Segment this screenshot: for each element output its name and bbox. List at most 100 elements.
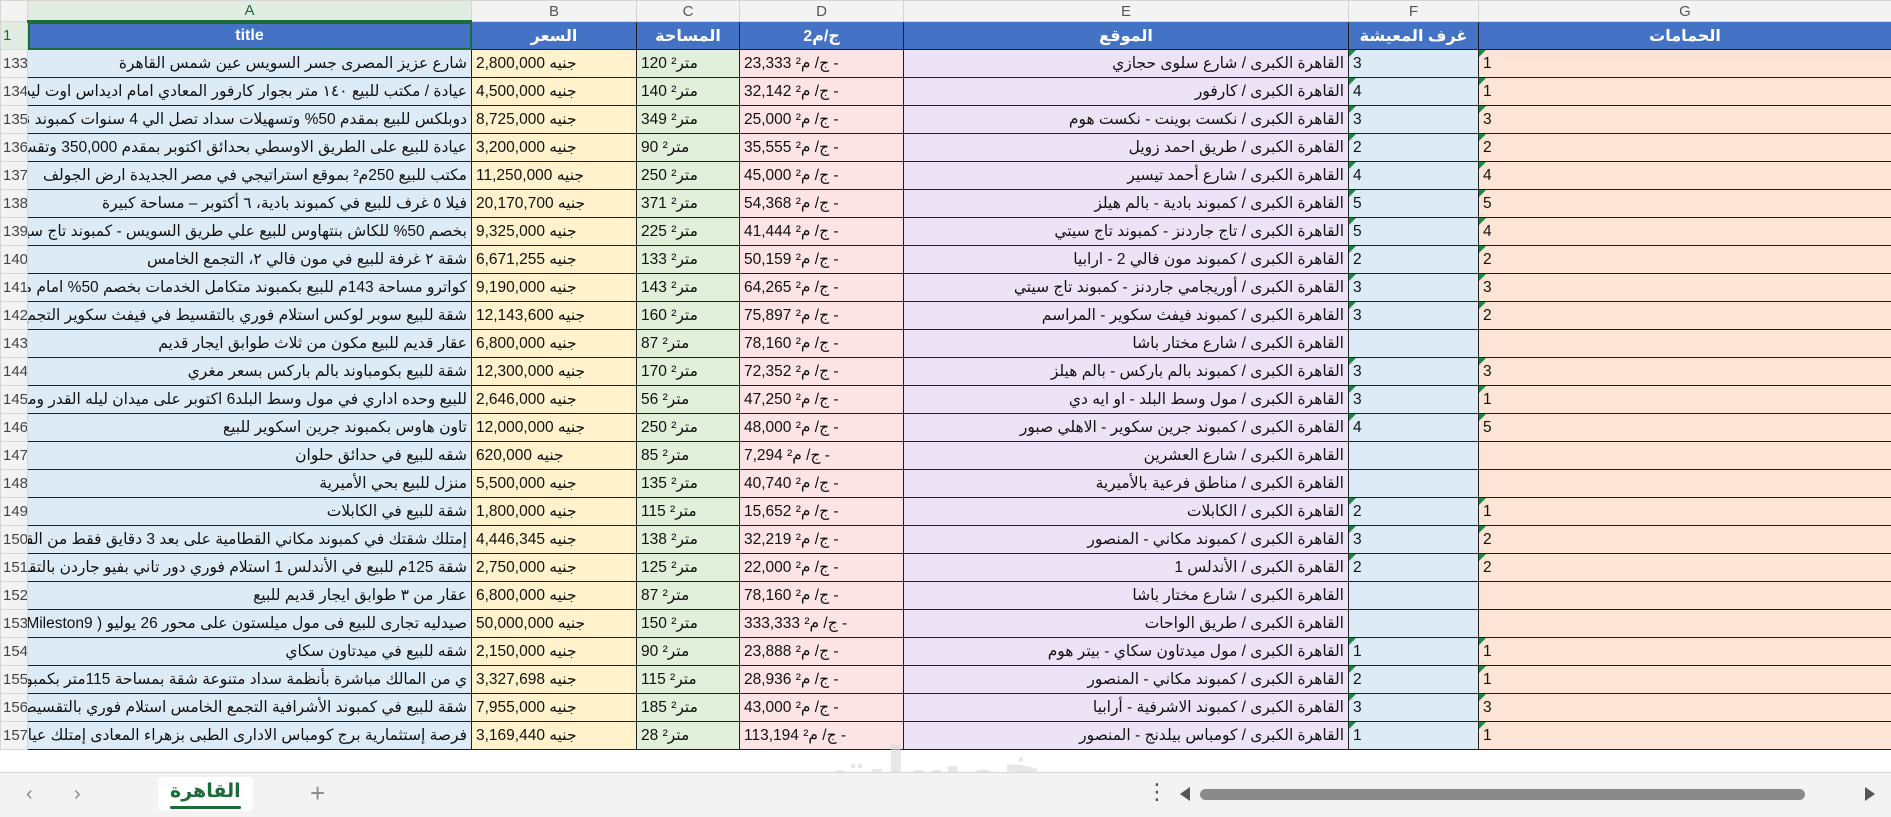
cell-bathrooms[interactable]: [1479, 442, 1891, 470]
cell-price[interactable]: جنيه 4,500,000: [472, 78, 637, 106]
cell-title[interactable]: شقة للبيع في الكابلات: [28, 498, 472, 526]
cell-bathrooms[interactable]: 1: [1479, 498, 1891, 526]
select-all-corner[interactable]: [1, 1, 28, 22]
row-number[interactable]: 144: [1, 358, 28, 386]
row-number[interactable]: 141: [1, 274, 28, 302]
cell-living-rooms[interactable]: 2: [1349, 134, 1479, 162]
cell-area[interactable]: متر² 143: [637, 274, 740, 302]
cell-area[interactable]: متر² 225: [637, 218, 740, 246]
cell-price[interactable]: جنيه 50,000,000: [472, 610, 637, 638]
cell-living-rooms[interactable]: 4: [1349, 162, 1479, 190]
row-number[interactable]: 143: [1, 330, 28, 358]
cell-area[interactable]: متر² 90: [637, 638, 740, 666]
cell-bathrooms[interactable]: 2: [1479, 526, 1891, 554]
row-number[interactable]: 138: [1, 190, 28, 218]
row-number[interactable]: 142: [1, 302, 28, 330]
cell-living-rooms[interactable]: 3: [1349, 526, 1479, 554]
cell-title[interactable]: صيدليه تجارى للبيع فى مول ميلستون على مح…: [28, 610, 472, 638]
cell-bathrooms[interactable]: 2: [1479, 302, 1891, 330]
cell-living-rooms[interactable]: 3: [1349, 50, 1479, 78]
cell-living-rooms[interactable]: 2: [1349, 246, 1479, 274]
cell-area[interactable]: متر² 56: [637, 386, 740, 414]
cell-living-rooms[interactable]: [1349, 330, 1479, 358]
cell-location[interactable]: القاهرة الكبرى / كمبوند فيفث سكوير - الم…: [904, 302, 1349, 330]
header-cell-living-rooms[interactable]: غرف المعيشة: [1349, 22, 1479, 50]
cell-living-rooms[interactable]: [1349, 442, 1479, 470]
cell-location[interactable]: القاهرة الكبرى / كمبوند الاشرفية - أرابي…: [904, 694, 1349, 722]
cell-location[interactable]: القاهرة الكبرى / تاج جاردنز - كمبوند تاج…: [904, 218, 1349, 246]
cell-price-per-m2[interactable]: ج/ م² 41,444 -: [740, 218, 904, 246]
cell-area[interactable]: متر² 160: [637, 302, 740, 330]
cell-location[interactable]: القاهرة الكبرى / مول ميدتاون سكاي - بيتر…: [904, 638, 1349, 666]
cell-price[interactable]: جنيه 12,300,000: [472, 358, 637, 386]
cell-bathrooms[interactable]: 3: [1479, 106, 1891, 134]
cell-living-rooms[interactable]: 2: [1349, 666, 1479, 694]
cell-price[interactable]: جنيه 620,000: [472, 442, 637, 470]
cell-location[interactable]: القاهرة الكبرى / كمبوند مون فالي 2 - ارا…: [904, 246, 1349, 274]
row-number[interactable]: 146: [1, 414, 28, 442]
cell-location[interactable]: القاهرة الكبرى / كمبوند مكاني - المنصور: [904, 526, 1349, 554]
cell-price[interactable]: جنيه 11,250,000: [472, 162, 637, 190]
cell-bathrooms[interactable]: 4: [1479, 162, 1891, 190]
cell-living-rooms[interactable]: 4: [1349, 414, 1479, 442]
row-number[interactable]: 152: [1, 582, 28, 610]
cell-area[interactable]: متر² 85: [637, 442, 740, 470]
cell-location[interactable]: القاهرة الكبرى / شارع سلوى حجازي: [904, 50, 1349, 78]
cell-title[interactable]: عيادة للبيع على الطريق الاوسطي بحدائق اك…: [28, 134, 472, 162]
cell-location[interactable]: القاهرة الكبرى / كمبوند بالم باركس - بال…: [904, 358, 1349, 386]
row-number[interactable]: 140: [1, 246, 28, 274]
cell-bathrooms[interactable]: 1: [1479, 722, 1891, 750]
cell-area[interactable]: متر² 371: [637, 190, 740, 218]
more-options-icon[interactable]: ⋮: [1146, 779, 1168, 805]
cell-price-per-m2[interactable]: ج/ م² 47,250 -: [740, 386, 904, 414]
cell-living-rooms[interactable]: 5: [1349, 218, 1479, 246]
cell-price[interactable]: جنيه 9,325,000: [472, 218, 637, 246]
cell-price[interactable]: جنيه 6,800,000: [472, 330, 637, 358]
scroll-left-arrow-icon[interactable]: [1180, 787, 1190, 801]
cell-area[interactable]: متر² 133: [637, 246, 740, 274]
row-number[interactable]: 134: [1, 78, 28, 106]
cell-living-rooms[interactable]: 5: [1349, 190, 1479, 218]
cell-location[interactable]: القاهرة الكبرى / الكابلات: [904, 498, 1349, 526]
cell-price-per-m2[interactable]: ج/ م² 23,888 -: [740, 638, 904, 666]
column-header-a[interactable]: A: [28, 1, 472, 22]
row-number[interactable]: 1: [1, 22, 28, 50]
cell-location[interactable]: القاهرة الكبرى / نكست بوينت - نكست هوم: [904, 106, 1349, 134]
cell-location[interactable]: القاهرة الكبرى / الأندلس 1: [904, 554, 1349, 582]
cell-title[interactable]: إمتلك شقتك في كمبوند مكاني القطامية على …: [28, 526, 472, 554]
add-sheet-icon[interactable]: +: [310, 778, 325, 809]
cell-location[interactable]: القاهرة الكبرى / شارع أحمد تيسير: [904, 162, 1349, 190]
cell-area[interactable]: متر² 250: [637, 162, 740, 190]
cell-title[interactable]: تاون هاوس بكمبوند جرين اسكوير للبيع: [28, 414, 472, 442]
cell-bathrooms[interactable]: [1479, 330, 1891, 358]
cell-living-rooms[interactable]: 2: [1349, 498, 1479, 526]
cell-price[interactable]: جنيه 1,800,000: [472, 498, 637, 526]
cell-area[interactable]: متر² 170: [637, 358, 740, 386]
cell-title[interactable]: عيادة / مكتب للبيع ١٤٠ متر بجوار كارفور …: [28, 78, 472, 106]
cell-price[interactable]: جنيه 9,190,000: [472, 274, 637, 302]
cell-title[interactable]: بخصم 50% للكاش بنتهاوس للبيع علي طريق ال…: [28, 218, 472, 246]
cell-price[interactable]: جنيه 3,327,698: [472, 666, 637, 694]
cell-living-rooms[interactable]: 2: [1349, 554, 1479, 582]
cell-area[interactable]: متر² 28: [637, 722, 740, 750]
cell-price-per-m2[interactable]: ج/ م² 54,368 -: [740, 190, 904, 218]
cell-living-rooms[interactable]: 4: [1349, 78, 1479, 106]
cell-title[interactable]: للبيع وحده اداري في مول وسط البلد6 اكتوب…: [28, 386, 472, 414]
cell-price-per-m2[interactable]: ج/ م² 25,000 -: [740, 106, 904, 134]
cell-bathrooms[interactable]: 4: [1479, 218, 1891, 246]
cell-area[interactable]: متر² 115: [637, 498, 740, 526]
cell-living-rooms[interactable]: 1: [1349, 638, 1479, 666]
cell-location[interactable]: القاهرة الكبرى / كمبوند جرين سكوير - الا…: [904, 414, 1349, 442]
row-number[interactable]: 145: [1, 386, 28, 414]
scroll-tabs-left-icon[interactable]: ‹: [26, 783, 33, 806]
cell-title[interactable]: دوبلكس للبيع بمقدم 50% وتسهيلات سداد تصل…: [28, 106, 472, 134]
cell-area[interactable]: متر² 87: [637, 330, 740, 358]
cell-price-per-m2[interactable]: ج/ م² 333,333 -: [740, 610, 904, 638]
row-number[interactable]: 156: [1, 694, 28, 722]
cell-area[interactable]: متر² 135: [637, 470, 740, 498]
cell-living-rooms[interactable]: 3: [1349, 302, 1479, 330]
column-header-e[interactable]: E: [904, 1, 1349, 22]
cell-location[interactable]: القاهرة الكبرى / كمبوند بادية - بالم هيل…: [904, 190, 1349, 218]
cell-title[interactable]: شارع عزيز المصرى جسر السويس عين شمس القا…: [28, 50, 472, 78]
cell-bathrooms[interactable]: 1: [1479, 386, 1891, 414]
